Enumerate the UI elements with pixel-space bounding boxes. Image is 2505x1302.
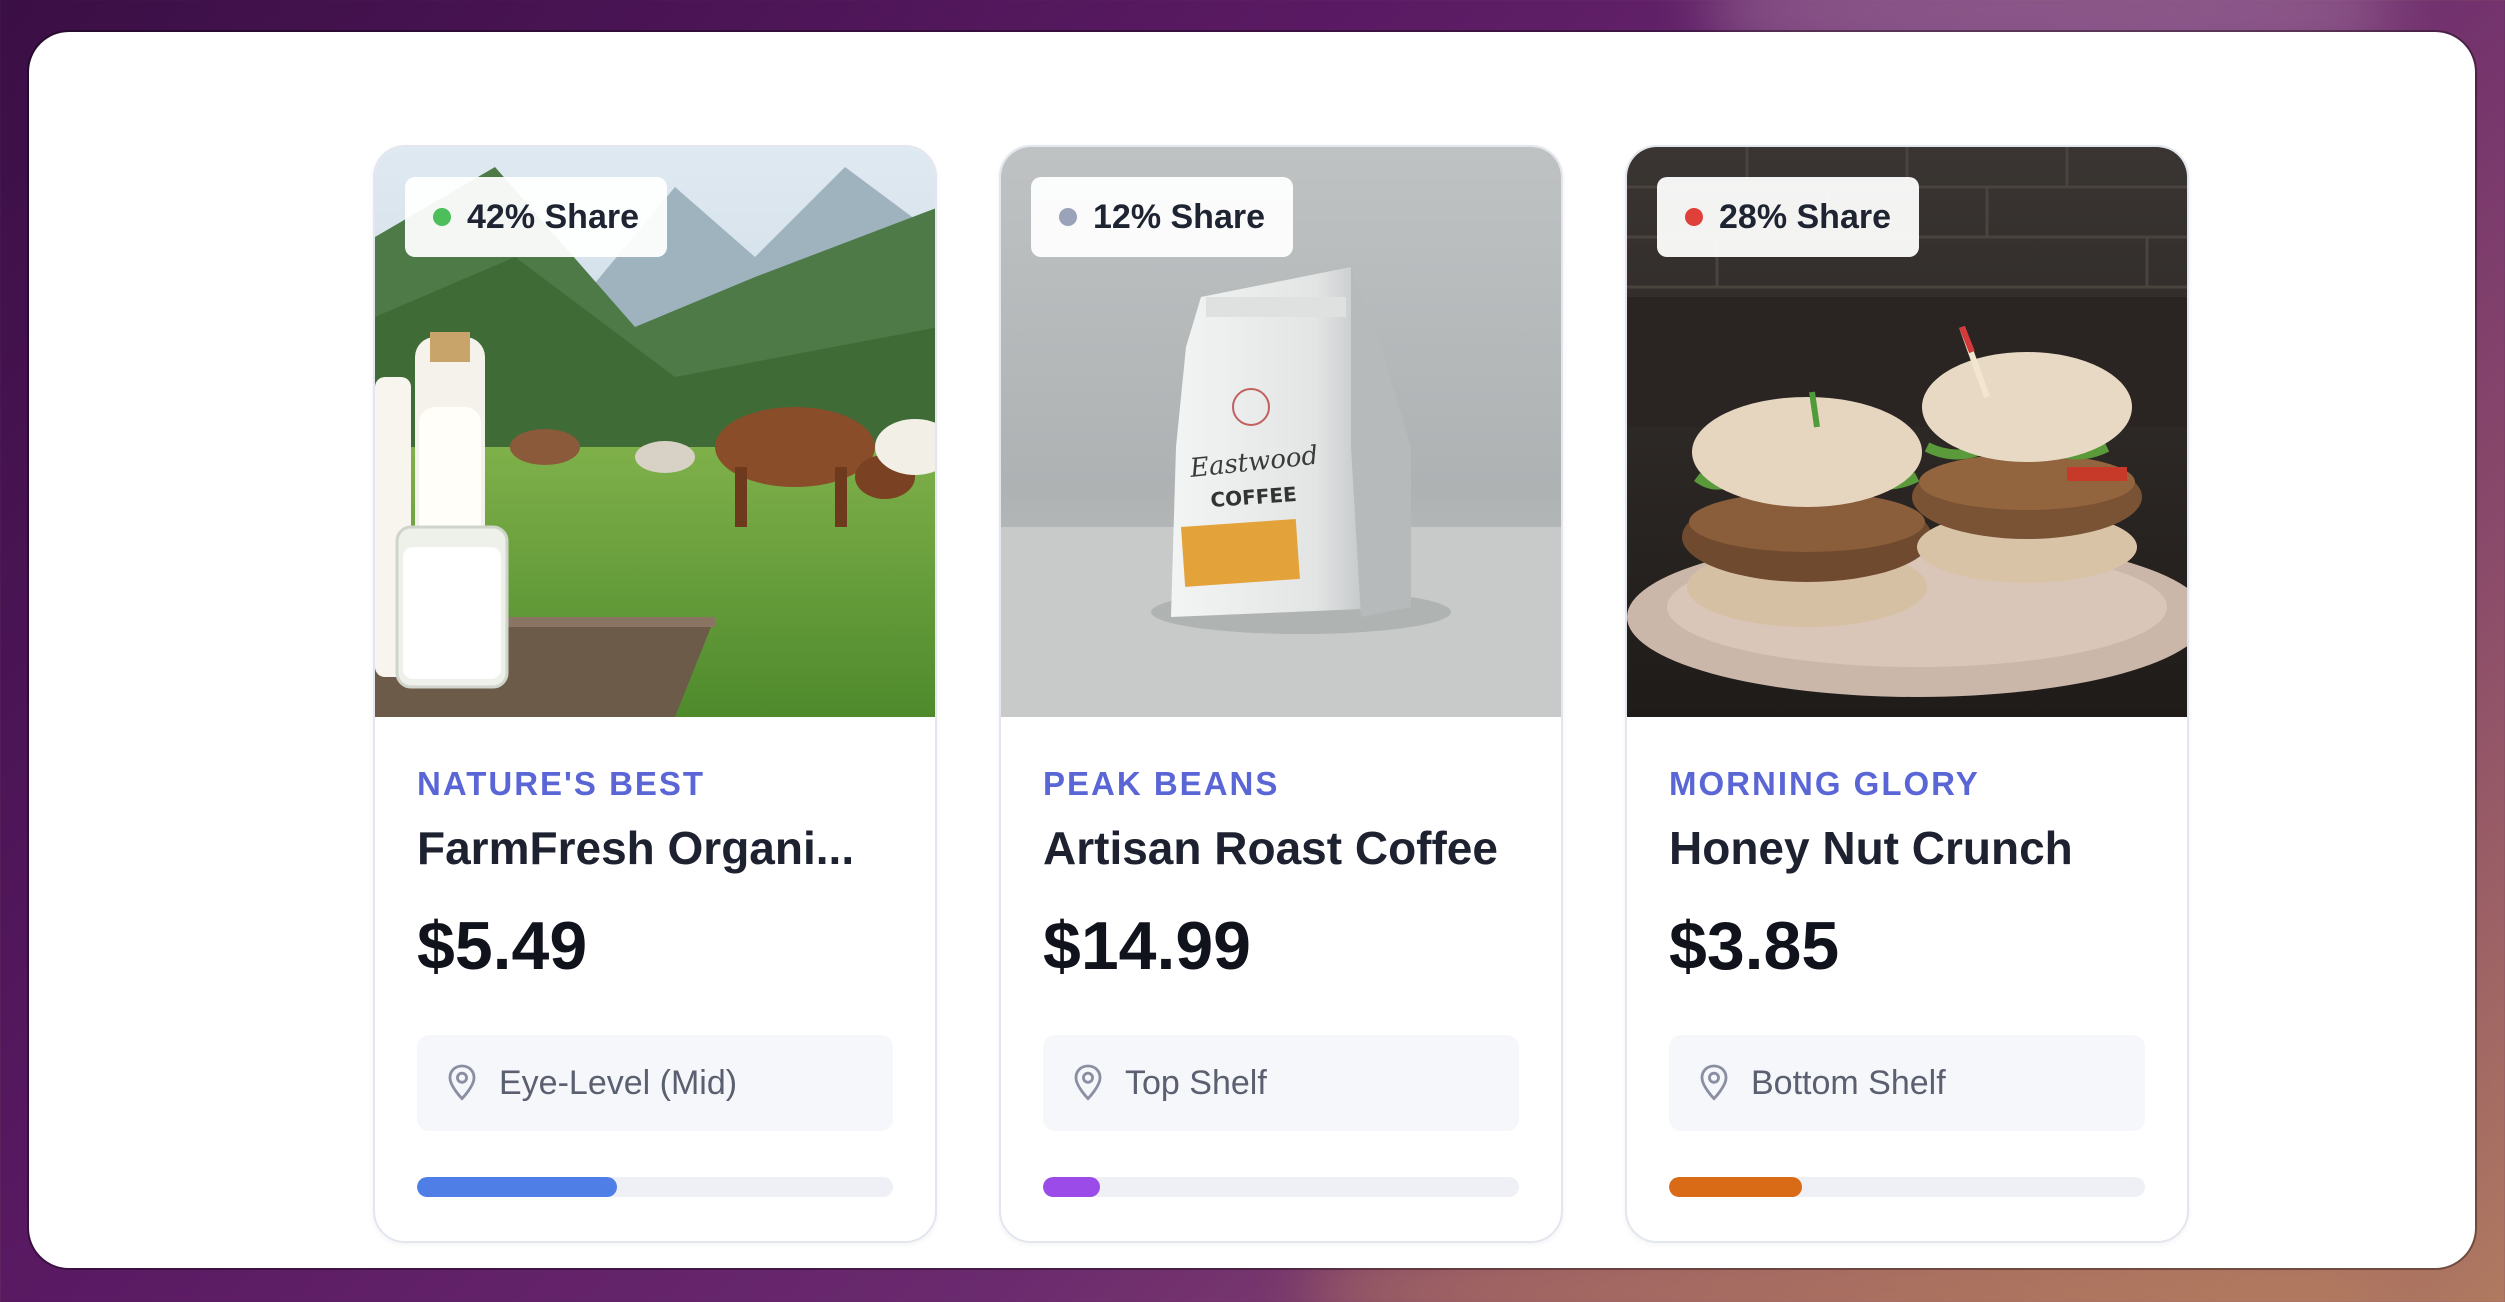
brand-name: MORNING GLORY bbox=[1669, 765, 1980, 802]
share-progress-fill bbox=[1043, 1177, 1101, 1197]
product-image: 42% Share bbox=[375, 147, 935, 717]
map-pin-icon bbox=[448, 1064, 476, 1101]
product-name[interactable]: FarmFresh Organi... bbox=[417, 821, 893, 875]
card-body: MORNING GLORY Honey Nut Crunch $3.85 Bot… bbox=[1627, 717, 2187, 1197]
map-pin-icon bbox=[1074, 1064, 1102, 1101]
share-badge: 28% Share bbox=[1657, 177, 1919, 257]
product-image: Eastwood COFFEE 12% Share bbox=[1001, 147, 1561, 717]
card-body: PEAK BEANS Artisan Roast Coffee $14.99 T… bbox=[1001, 717, 1561, 1197]
product-card[interactable]: 42% Share NATURE'S BEST FarmFresh Organi… bbox=[373, 145, 937, 1243]
shelf-location: Eye-Level (Mid) bbox=[417, 1035, 893, 1131]
brand-name: PEAK BEANS bbox=[1043, 765, 1280, 802]
product-card[interactable]: Eastwood COFFEE 12% Share PEAK BEANS Art… bbox=[999, 145, 1563, 1243]
share-progress-bar bbox=[1043, 1177, 1519, 1197]
map-pin-icon bbox=[1700, 1064, 1728, 1101]
share-progress-fill bbox=[1669, 1177, 1803, 1197]
product-name[interactable]: Artisan Roast Coffee bbox=[1043, 821, 1519, 875]
share-badge: 42% Share bbox=[405, 177, 667, 257]
share-progress-bar bbox=[417, 1177, 893, 1197]
shelf-label: Eye-Level (Mid) bbox=[499, 1063, 738, 1102]
brand-name: NATURE'S BEST bbox=[417, 765, 706, 802]
status-dot-icon bbox=[1685, 208, 1703, 226]
shelf-location: Top Shelf bbox=[1043, 1035, 1519, 1131]
product-price: $14.99 bbox=[1043, 908, 1251, 984]
share-label: 12% Share bbox=[1093, 197, 1265, 236]
share-badge: 12% Share bbox=[1031, 177, 1293, 257]
content-panel: 42% Share NATURE'S BEST FarmFresh Organi… bbox=[29, 32, 2475, 1268]
shelf-label: Bottom Shelf bbox=[1751, 1063, 1946, 1102]
card-body: NATURE'S BEST FarmFresh Organi... $5.49 … bbox=[375, 717, 935, 1197]
product-price: $5.49 bbox=[417, 908, 588, 984]
product-card-list: 42% Share NATURE'S BEST FarmFresh Organi… bbox=[373, 145, 2189, 1243]
share-progress-fill bbox=[417, 1177, 617, 1197]
shelf-location: Bottom Shelf bbox=[1669, 1035, 2145, 1131]
share-label: 28% Share bbox=[1719, 197, 1891, 236]
shelf-label: Top Shelf bbox=[1125, 1063, 1267, 1102]
product-image: 28% Share bbox=[1627, 147, 2187, 717]
share-label: 42% Share bbox=[467, 197, 639, 236]
product-name[interactable]: Honey Nut Crunch bbox=[1669, 821, 2145, 875]
share-progress-bar bbox=[1669, 1177, 2145, 1197]
status-dot-icon bbox=[1059, 208, 1077, 226]
status-dot-icon bbox=[433, 208, 451, 226]
product-price: $3.85 bbox=[1669, 908, 1840, 984]
product-card[interactable]: 28% Share MORNING GLORY Honey Nut Crunch… bbox=[1625, 145, 2189, 1243]
